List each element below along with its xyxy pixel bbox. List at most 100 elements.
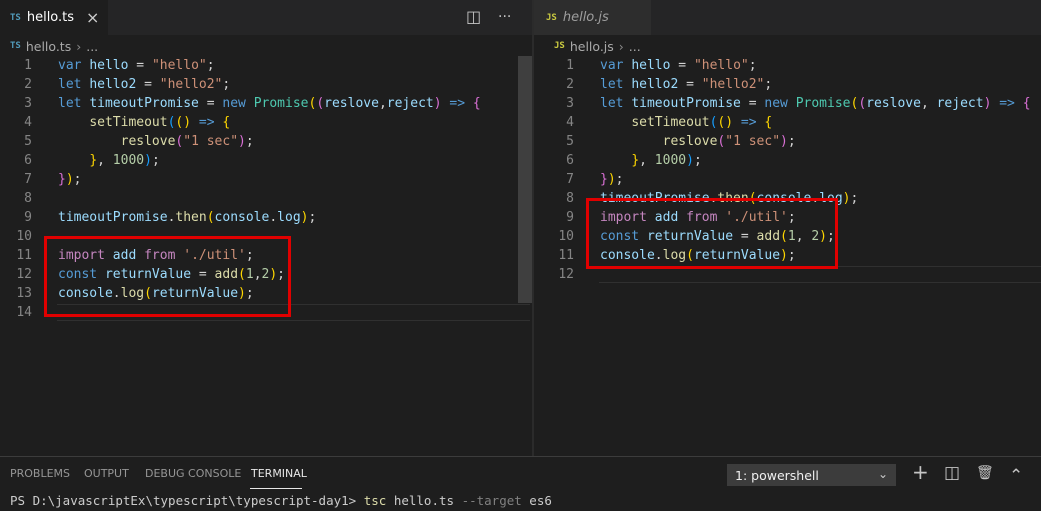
code-token: ( (316, 96, 325, 111)
code-token: reject (386, 96, 434, 111)
tab-terminal[interactable]: TERMINAL (251, 467, 307, 480)
split-editor-icon[interactable]: ◫ (466, 7, 481, 26)
active-tab-indicator (250, 488, 302, 489)
code-line[interactable]: 5 reslove("1 sec"); (0, 132, 532, 151)
code-token: var (58, 58, 82, 73)
code-token: ; (764, 77, 773, 92)
code-line[interactable]: 8 (0, 189, 532, 208)
code-token: ; (222, 77, 231, 92)
chevron-up-icon[interactable]: ⌃ (1009, 466, 1023, 486)
typescript-file-icon: TS (10, 12, 21, 23)
code-token: "1 sec" (183, 134, 239, 149)
code-line[interactable]: 9 timeoutPromise.then(console.log); (0, 208, 532, 227)
chevron-right-icon: › (618, 38, 624, 54)
code-token: 1000 (112, 153, 145, 168)
code-token: ; (308, 210, 317, 225)
code-token: timeoutPromise (58, 210, 168, 225)
split-terminal-icon[interactable]: ◫ (944, 463, 960, 483)
code-text: setTimeout(() => { (600, 115, 772, 130)
left-tab-bar: TS hello.ts × ◫ ··· (0, 0, 532, 35)
code-token: hello2 (631, 77, 679, 92)
code-line[interactable]: 7}); (0, 170, 532, 189)
trash-icon[interactable]: 🗑 (976, 465, 994, 481)
code-token: reslove (866, 96, 921, 111)
code-token: = (670, 58, 694, 73)
code-line[interactable]: 2 let hello2 = "hello2"; (0, 75, 532, 94)
code-line[interactable]: 7}); (534, 170, 1041, 189)
code-token: setTimeout (89, 115, 168, 130)
terminal-flag-value: es6 (521, 493, 552, 508)
close-icon[interactable]: × (86, 8, 99, 27)
code-token: , (97, 153, 113, 168)
breadcrumb-symbol[interactable]: ... (629, 39, 641, 54)
code-line[interactable]: 4 setTimeout(() => { (534, 113, 1041, 132)
code-token: reslove (120, 134, 176, 149)
chevron-right-icon: › (76, 38, 82, 54)
code-line[interactable]: 4 setTimeout(() => { (0, 113, 532, 132)
code-token: => (740, 115, 757, 130)
line-number: 6 (566, 153, 574, 168)
code-text: setTimeout(() => { (58, 115, 230, 130)
code-token: ( (206, 210, 215, 225)
left-editor-group: TS hello.ts × ◫ ··· TS hello.ts › ... 1 v… (0, 0, 532, 456)
code-token: ; (787, 134, 796, 149)
highlight-box (586, 198, 838, 269)
terminal-command: tsc (363, 493, 387, 508)
code-line[interactable]: 3 let timeoutPromise = new Promise((reslo… (0, 94, 532, 113)
line-number: 4 (24, 115, 32, 130)
code-token: ; (748, 58, 757, 73)
code-token: "hello" (151, 58, 207, 73)
line-number: 2 (566, 77, 574, 92)
code-text: let hello2 = "hello2"; (58, 77, 230, 92)
terminal-output[interactable]: PS D:\javascriptEx\typescript\typescript… (10, 493, 552, 508)
code-line[interactable]: 6 }, 1000); (534, 151, 1041, 170)
code-line[interactable]: 5 reslove("1 sec"); (534, 132, 1041, 151)
code-text: }, 1000); (600, 153, 701, 168)
code-line[interactable]: 1 var hello = "hello"; (534, 56, 1041, 75)
vertical-scrollbar[interactable] (518, 56, 532, 303)
tab-output[interactable]: OUTPUT (84, 467, 129, 480)
code-token: console (214, 210, 270, 225)
tab-debug-console[interactable]: DEBUG CONSOLE (145, 467, 241, 480)
code-token: ( (858, 96, 867, 111)
more-actions-icon[interactable]: ··· (498, 9, 511, 25)
tab-hello-js[interactable]: JS hello.js (534, 0, 651, 35)
code-line[interactable]: 1 var hello = "hello"; (0, 56, 532, 75)
code-token: = (128, 58, 152, 73)
code-token: ; (245, 134, 254, 149)
line-number: 4 (566, 115, 574, 130)
tab-problems[interactable]: PROBLEMS (10, 467, 70, 480)
code-token: reslove (662, 134, 718, 149)
terminal-args: hello.ts (386, 493, 462, 508)
new-terminal-icon[interactable]: + (912, 460, 929, 484)
code-line[interactable]: 3 let timeoutPromise = new Promise((reslo… (534, 94, 1041, 113)
tab-label: hello.ts (26, 10, 75, 25)
line-number: 6 (24, 153, 32, 168)
code-token: ; (206, 58, 215, 73)
line-number: 14 (16, 305, 32, 320)
breadcrumb-file[interactable]: hello.js (570, 39, 614, 54)
code-token: = (678, 77, 702, 92)
line-number: 13 (16, 286, 32, 301)
line-number: 3 (566, 96, 574, 111)
code-token: . (269, 210, 278, 225)
code-token: ; (850, 191, 859, 206)
breadcrumb-symbol[interactable]: ... (86, 39, 98, 54)
breadcrumb-file[interactable]: hello.ts (26, 39, 71, 54)
terminal-flag: --target (461, 493, 522, 508)
tab-hello-ts[interactable]: TS hello.ts × (0, 0, 108, 35)
code-token: } (631, 153, 640, 168)
code-line[interactable]: 2 let hello2 = "hello2"; (534, 75, 1041, 94)
terminal-shell-select[interactable]: 1: powershell ⌄ (727, 464, 896, 486)
right-editor-group: JS hello.js JS hello.js › ... 1 var hello… (534, 0, 1041, 456)
code-token: new (222, 96, 246, 111)
code-text: let timeoutPromise = new Promise((reslov… (600, 96, 1031, 111)
code-line[interactable]: 6 }, 1000); (0, 151, 532, 170)
chevron-down-icon: ⌄ (877, 467, 888, 481)
code-token: reject (936, 96, 984, 111)
javascript-file-icon: JS (554, 41, 565, 51)
typescript-file-icon: TS (10, 41, 21, 51)
